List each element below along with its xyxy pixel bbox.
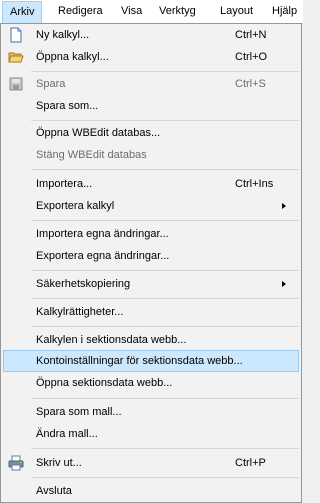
menu-item-oppna-sektionsdata-webb[interactable]: Öppna sektionsdata webb...: [3, 372, 299, 394]
menu-item-spara-som[interactable]: Spara som...: [3, 95, 299, 117]
menu-item-importera[interactable]: Importera... Ctrl+Ins: [3, 173, 299, 195]
menu-layout[interactable]: Layout: [213, 0, 260, 23]
menu-item-label: Exportera egna ändringar...: [36, 250, 170, 262]
menu-item-kalkylrattigheter[interactable]: Kalkylrättigheter...: [3, 301, 299, 323]
menu-item-importera-egna-andringar[interactable]: Importera egna ändringar...: [3, 223, 299, 245]
menu-item-label: Kalkylen i sektionsdata webb...: [36, 334, 187, 346]
separator: [31, 71, 299, 72]
menu-item-sakerhetskopiering[interactable]: Säkerhetskopiering: [3, 273, 299, 295]
menu-item-oppna-wbedit-databas[interactable]: Öppna WBEdit databas...: [3, 122, 299, 144]
menu-item-kalkylen-i-sektionsdata-webb[interactable]: Kalkylen i sektionsdata webb...: [3, 329, 299, 351]
menu-item-label: Spara: [36, 78, 66, 90]
separator: [31, 120, 299, 121]
menu-item-oppna-kalkyl[interactable]: Öppna kalkyl... Ctrl+O: [3, 46, 299, 68]
separator: [31, 398, 299, 399]
menu-item-label: Spara som mall...: [36, 406, 122, 418]
separator: [31, 298, 299, 299]
menu-item-shortcut: Ctrl+P: [235, 457, 266, 469]
menu-item-spara[interactable]: Spara Ctrl+S: [3, 73, 299, 95]
menu-arkiv[interactable]: Arkiv: [2, 1, 43, 24]
submenu-arrow-icon: [282, 203, 286, 209]
menu-bar: Arkiv Redigera Visa Verktyg Layout Hjälp: [0, 0, 303, 24]
menu-item-label: Exportera kalkyl: [36, 200, 115, 212]
menu-verktyg[interactable]: Verktyg: [152, 0, 203, 23]
menu-item-shortcut: Ctrl+N: [235, 29, 267, 41]
menu-item-shortcut: Ctrl+O: [235, 51, 268, 63]
menu-redigera[interactable]: Redigera: [51, 0, 110, 23]
separator: [31, 169, 299, 170]
menu-item-label: Importera egna ändringar...: [36, 228, 169, 240]
menu-item-label: Ändra mall...: [36, 428, 98, 440]
menu-item-label: Spara som...: [36, 100, 99, 112]
menu-item-label: Avsluta: [36, 485, 72, 497]
save-icon: [9, 77, 23, 91]
menu-item-shortcut: Ctrl+S: [235, 78, 266, 90]
menu-item-label: Importera...: [36, 178, 93, 190]
separator: [31, 220, 299, 221]
separator: [31, 270, 299, 271]
separator: [31, 448, 299, 449]
menu-item-exportera-kalkyl[interactable]: Exportera kalkyl: [3, 195, 299, 217]
menu-item-andra-mall[interactable]: Ändra mall...: [3, 423, 299, 445]
menu-item-label: Säkerhetskopiering: [36, 278, 131, 290]
menu-item-label: Skriv ut...: [36, 457, 82, 469]
menu-item-label: Öppna kalkyl...: [36, 51, 109, 63]
menu-item-label: Kontoinställningar för sektionsdata webb…: [36, 355, 243, 367]
separator: [31, 477, 299, 478]
menu-item-kontoinstallningar[interactable]: Kontoinställningar för sektionsdata webb…: [3, 350, 299, 372]
printer-icon: [8, 455, 24, 471]
separator: [31, 326, 299, 327]
menu-item-label: Öppna sektionsdata webb...: [36, 377, 173, 389]
file-menu-dropdown: Ny kalkyl... Ctrl+N Öppna kalkyl... Ctrl…: [0, 23, 302, 503]
menu-item-label: Stäng WBEdit databas: [36, 149, 147, 161]
menu-item-stang-wbedit-databas[interactable]: Stäng WBEdit databas: [3, 144, 299, 166]
menu-item-avsluta[interactable]: Avsluta: [3, 480, 299, 502]
menu-item-exportera-egna-andringar[interactable]: Exportera egna ändringar...: [3, 245, 299, 267]
menu-item-ny-kalkyl[interactable]: Ny kalkyl... Ctrl+N: [3, 24, 299, 46]
menu-item-label: Ny kalkyl...: [36, 29, 90, 41]
menu-hjalp[interactable]: Hjälp: [265, 0, 304, 23]
menu-visa[interactable]: Visa: [114, 0, 149, 23]
menu-item-label: Öppna WBEdit databas...: [36, 127, 161, 139]
menu-item-shortcut: Ctrl+Ins: [235, 178, 274, 190]
menu-item-spara-som-mall[interactable]: Spara som mall...: [3, 401, 299, 423]
new-document-icon: [10, 27, 22, 43]
menu-item-label: Kalkylrättigheter...: [36, 306, 124, 318]
open-folder-icon: [8, 52, 24, 63]
submenu-arrow-icon: [282, 281, 286, 287]
menu-item-skriv-ut[interactable]: Skriv ut... Ctrl+P: [3, 452, 299, 474]
